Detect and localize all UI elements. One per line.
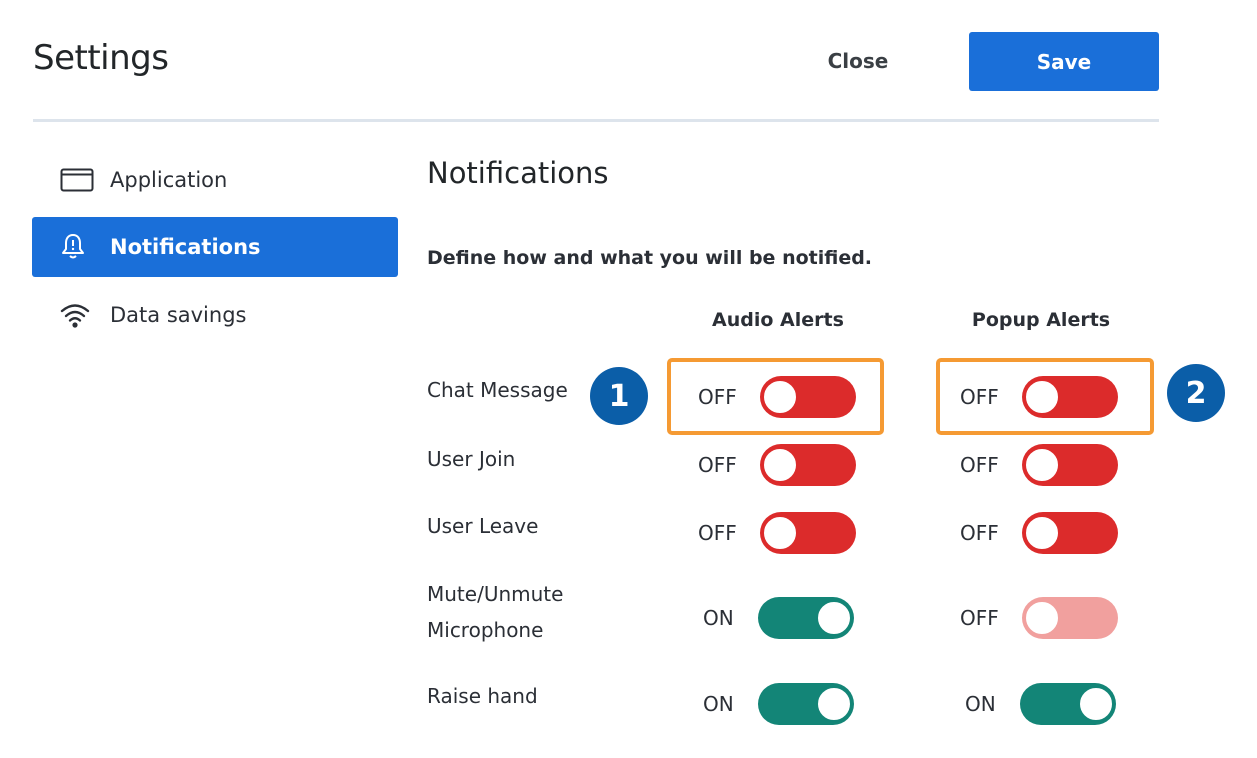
row-label-line: Mute/Unmute (427, 582, 564, 606)
toggle-state-label: ON (703, 692, 734, 716)
annotation-badge-1: 1 (590, 367, 648, 425)
toggle-knob (1024, 600, 1060, 636)
toggle-state-label: OFF (960, 385, 999, 409)
audio-alert-toggle-user-join[interactable]: OFF (698, 444, 856, 486)
popup-alert-toggle-user-join[interactable]: OFF (960, 444, 1118, 486)
toggle-switch[interactable] (760, 376, 856, 418)
audio-alert-toggle-mute-unmute[interactable]: ON (703, 597, 854, 639)
row-label-line: Microphone (427, 618, 544, 642)
audio-alert-toggle-chat-message[interactable]: OFF (698, 376, 856, 418)
sidebar-item-label: Application (110, 168, 228, 192)
popup-alert-toggle-mute-unmute: OFF (960, 597, 1118, 639)
toggle-switch[interactable] (1022, 444, 1118, 486)
toggle-state-label: OFF (960, 606, 999, 630)
row-label-chat-message: Chat Message (427, 378, 568, 402)
toggle-state-label: OFF (698, 521, 737, 545)
popup-alert-toggle-user-leave[interactable]: OFF (960, 512, 1118, 554)
popup-alert-toggle-raise-hand[interactable]: ON (965, 683, 1116, 725)
toggle-switch[interactable] (758, 597, 854, 639)
toggle-knob (816, 600, 852, 636)
section-title: Notifications (427, 156, 609, 190)
audio-alert-toggle-user-leave[interactable]: OFF (698, 512, 856, 554)
page-title: Settings (33, 38, 169, 78)
sidebar-item-data-savings[interactable]: Data savings (32, 285, 398, 345)
toggle-knob (1024, 447, 1060, 483)
row-label-raise-hand: Raise hand (427, 684, 538, 708)
toggle-state-label: ON (965, 692, 996, 716)
row-label-mute-unmute-microphone: Mute/Unmute Microphone (427, 576, 563, 648)
toggle-knob (762, 379, 798, 415)
toggle-state-label: OFF (698, 453, 737, 477)
column-header-popup-alerts: Popup Alerts (971, 309, 1111, 331)
sidebar-item-label: Data savings (110, 303, 247, 327)
toggle-knob (1024, 515, 1060, 551)
audio-alert-toggle-raise-hand[interactable]: ON (703, 683, 854, 725)
bell-icon (60, 234, 96, 260)
toggle-knob (762, 515, 798, 551)
close-button[interactable]: Close (808, 32, 908, 90)
sidebar-item-label: Notifications (110, 235, 261, 259)
section-description: Define how and what you will be notified… (427, 247, 873, 269)
toggle-knob (816, 686, 852, 722)
toggle-state-label: ON (703, 606, 734, 630)
save-button[interactable]: Save (969, 32, 1159, 91)
header-divider (33, 119, 1159, 122)
toggle-state-label: OFF (960, 453, 999, 477)
sidebar-item-application[interactable]: Application (32, 150, 398, 210)
toggle-knob (762, 447, 798, 483)
sidebar-item-notifications[interactable]: Notifications (32, 217, 398, 277)
popup-alert-toggle-chat-message[interactable]: OFF (960, 376, 1118, 418)
toggle-switch[interactable] (758, 683, 854, 725)
annotation-badge-2: 2 (1167, 364, 1225, 422)
column-header-audio-alerts: Audio Alerts (712, 309, 844, 331)
toggle-switch[interactable] (760, 512, 856, 554)
toggle-state-label: OFF (698, 385, 737, 409)
toggle-state-label: OFF (960, 521, 999, 545)
toggle-switch-disabled (1022, 597, 1118, 639)
toggle-switch[interactable] (760, 444, 856, 486)
toggle-switch[interactable] (1022, 376, 1118, 418)
row-label-user-join: User Join (427, 447, 516, 471)
application-window-icon (60, 167, 96, 193)
wifi-icon (60, 302, 96, 328)
row-label-user-leave: User Leave (427, 514, 539, 538)
toggle-knob (1078, 686, 1114, 722)
toggle-switch[interactable] (1020, 683, 1116, 725)
toggle-knob (1024, 379, 1060, 415)
toggle-switch[interactable] (1022, 512, 1118, 554)
